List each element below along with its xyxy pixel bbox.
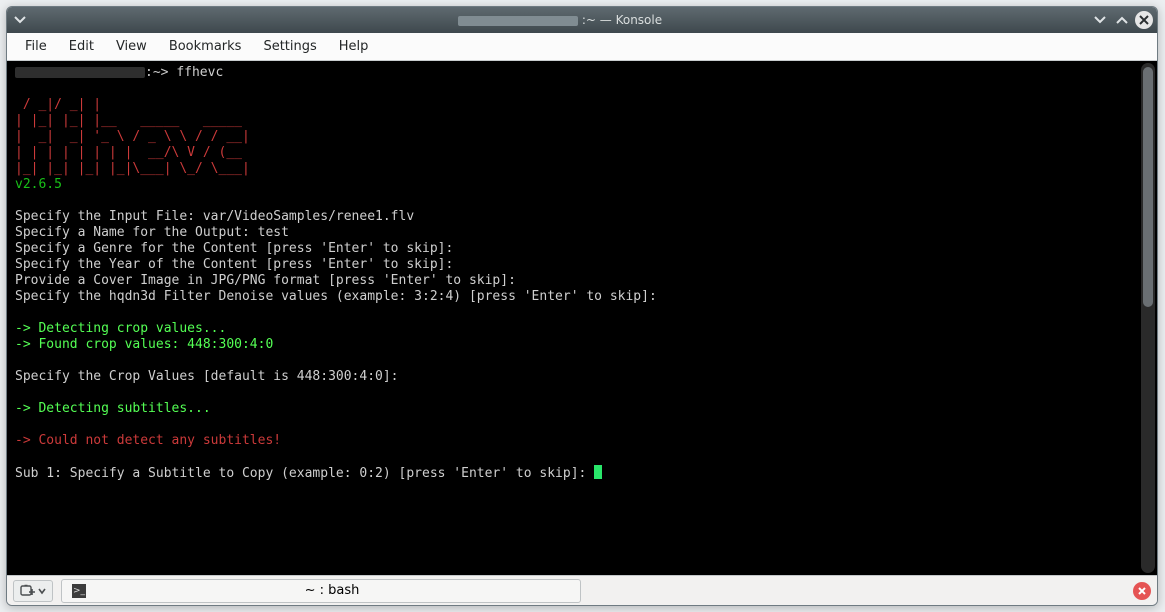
line-sub1: Sub 1: Specify a Subtitle to Copy (examp… <box>15 466 594 481</box>
user-host-redacted <box>15 67 145 78</box>
tab-bash[interactable]: >_ ~ : bash <box>61 579 581 603</box>
line-year: Specify the Year of the Content [press '… <box>15 257 453 272</box>
app-version: v2.6.5 <box>15 177 62 192</box>
maximize-button[interactable] <box>1113 11 1131 29</box>
terminal[interactable]: :~> ffhevc / _|/ _| | | |_| |_| |__ ____… <box>11 63 1137 573</box>
minimize-button[interactable] <box>1091 11 1109 29</box>
line-cover: Provide a Cover Image in JPG/PNG format … <box>15 273 516 288</box>
menu-edit[interactable]: Edit <box>59 35 104 58</box>
line-genre: Specify a Genre for the Content [press '… <box>15 241 453 256</box>
close-button[interactable] <box>1135 11 1153 29</box>
line-no-subs: -> Could not detect any subtitles! <box>15 433 281 448</box>
prompt-command: ffhevc <box>176 65 223 80</box>
tab-label: ~ : bash <box>94 583 570 598</box>
menubar: File Edit View Bookmarks Settings Help <box>7 33 1157 61</box>
terminal-scrollbar[interactable] <box>1141 63 1155 573</box>
line-found-crop: -> Found crop values: 448:300:4:0 <box>15 337 273 352</box>
app-menu-icon[interactable] <box>11 11 29 29</box>
close-tab-button[interactable] <box>1133 582 1151 600</box>
menu-file[interactable]: File <box>15 35 57 58</box>
terminal-icon: >_ <box>72 584 86 598</box>
menu-help[interactable]: Help <box>329 35 379 58</box>
prompt-path: :~> <box>145 65 168 80</box>
menu-bookmarks[interactable]: Bookmarks <box>159 35 252 58</box>
new-tab-button[interactable] <box>13 580 53 602</box>
menu-settings[interactable]: Settings <box>253 35 326 58</box>
menu-view[interactable]: View <box>106 35 157 58</box>
ascii-art: / _|/ _| | | |_| |_| |__ _____ _____ | _… <box>15 97 250 176</box>
line-crop-prompt: Specify the Crop Values [default is 448:… <box>15 369 399 384</box>
user-host-redacted <box>458 16 578 26</box>
cursor <box>594 465 602 479</box>
line-input-file: Specify the Input File: var/VideoSamples… <box>15 209 414 224</box>
window-titlebar: :~ — Konsole <box>7 7 1157 33</box>
line-output-name: Specify a Name for the Output: test <box>15 225 289 240</box>
bottom-bar: >_ ~ : bash <box>7 575 1157 605</box>
line-detect-subs: -> Detecting subtitles... <box>15 401 211 416</box>
window-title: :~ — Konsole <box>29 13 1091 27</box>
scrollbar-thumb[interactable] <box>1143 67 1153 307</box>
line-denoise: Specify the hqdn3d Filter Denoise values… <box>15 289 657 304</box>
line-detect-crop: -> Detecting crop values... <box>15 321 226 336</box>
